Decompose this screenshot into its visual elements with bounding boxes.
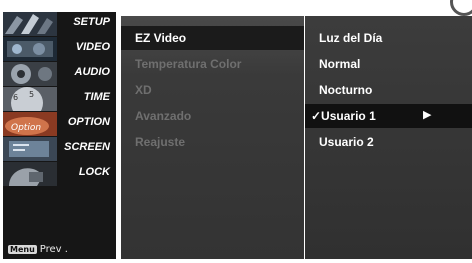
category-sidebar: SETUP VIDEO AUDIO 6 5 TIME Option OPTION… [3, 12, 116, 259]
menu-item-label: Temperatura Color [135, 57, 242, 71]
option-label: ✓Usuario 1 [311, 109, 376, 123]
ez-video-options: Luz del Día Normal Nocturno ✓Usuario 1 ▶… [305, 16, 472, 259]
option-usuario-2[interactable]: Usuario 2 [305, 130, 472, 154]
sidebar-item-label: LOCK [78, 166, 110, 178]
sidebar-item-label: AUDIO [74, 66, 110, 78]
setup-icon [3, 12, 57, 36]
svg-text:5: 5 [29, 90, 34, 99]
sidebar-item-label: VIDEO [75, 41, 110, 53]
option-label: Luz del Día [319, 31, 383, 45]
sidebar-item-video[interactable]: VIDEO [3, 37, 116, 61]
sidebar-item-setup[interactable]: SETUP [3, 12, 116, 36]
sidebar-item-screen[interactable]: SCREEN [3, 137, 116, 161]
option-icon: Option [3, 112, 57, 136]
option-label: Usuario 2 [319, 135, 374, 149]
svg-text:6: 6 [13, 93, 18, 102]
sidebar-item-label: SETUP [73, 16, 110, 28]
video-submenu: EZ Video Temperatura Color XD Avanzado R… [121, 16, 304, 259]
option-label: Normal [319, 57, 361, 71]
corner-decoration [450, 0, 472, 16]
option-luz-del-dia[interactable]: Luz del Día [305, 26, 472, 50]
menu-item-ez-video[interactable]: EZ Video [121, 26, 304, 50]
menu-item-label: Reajuste [135, 135, 186, 149]
menu-key-icon: Menu [8, 245, 37, 254]
sidebar-item-option[interactable]: Option OPTION [3, 112, 116, 136]
prev-label: Prev . [39, 244, 68, 255]
tv-osd-menu: SETUP VIDEO AUDIO 6 5 TIME Option OPTION… [0, 0, 472, 263]
menu-item-label: EZ Video [135, 31, 187, 45]
sidebar-item-label: SCREEN [64, 141, 110, 153]
sidebar-item-label: TIME [83, 91, 110, 103]
svg-text:Option: Option [11, 123, 41, 133]
menu-item-label: XD [135, 83, 152, 97]
menu-item-xd[interactable]: XD [121, 78, 304, 102]
menu-item-temperatura-color[interactable]: Temperatura Color [121, 52, 304, 76]
arrow-right-icon: ▶ [423, 109, 432, 121]
menu-item-reajuste[interactable]: Reajuste [121, 130, 304, 154]
option-normal[interactable]: Normal [305, 52, 472, 76]
audio-icon [3, 62, 57, 86]
sidebar-item-lock[interactable]: LOCK [3, 162, 116, 186]
menu-item-label: Avanzado [135, 109, 192, 123]
screen-icon [3, 137, 57, 161]
time-icon: 6 5 [3, 87, 57, 111]
sidebar-item-audio[interactable]: AUDIO [3, 62, 116, 86]
prev-hint[interactable]: Menu Prev . [8, 244, 68, 255]
option-label: Nocturno [319, 83, 373, 97]
option-usuario-1[interactable]: ✓Usuario 1 ▶ [305, 104, 472, 128]
sidebar-item-time[interactable]: 6 5 TIME [3, 87, 116, 111]
lock-icon [3, 162, 57, 186]
option-nocturno[interactable]: Nocturno [305, 78, 472, 102]
menu-item-avanzado[interactable]: Avanzado [121, 104, 304, 128]
video-icon [3, 37, 57, 61]
sidebar-item-label: OPTION [67, 116, 110, 128]
